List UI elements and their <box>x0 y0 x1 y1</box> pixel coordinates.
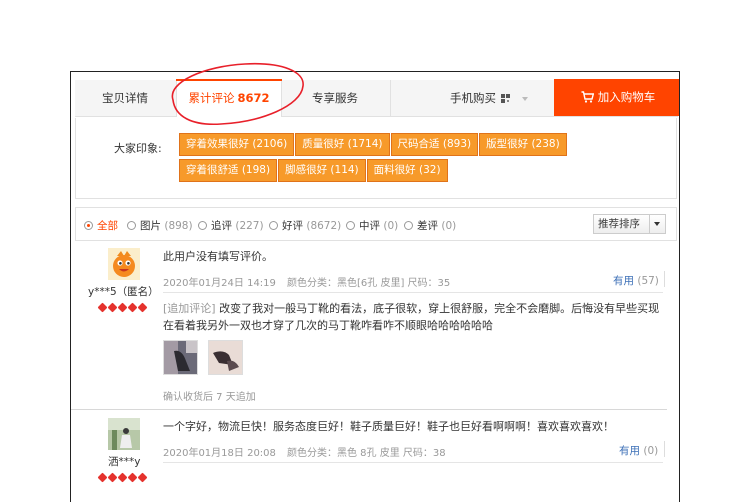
impression-tag[interactable]: 穿着很舒适 (198) <box>179 159 278 182</box>
divider <box>664 271 665 287</box>
divider <box>664 441 665 457</box>
add-to-cart-label: 加入购物车 <box>597 90 656 104</box>
radio-icon <box>269 221 278 230</box>
review-spec: 颜色分类：黑色 8孔 皮里 尺码：38 <box>287 448 446 459</box>
tab-reviews-label: 累计评论 <box>188 91 235 105</box>
mobile-buy-label: 手机购买 <box>450 91 496 105</box>
filter-all-radio[interactable]: 全部 <box>84 218 118 233</box>
review-divider <box>71 409 667 410</box>
impressions-panel: 大家印象: 穿着效果很好 (2106) 质量很好 (1714) 尺码合适 (893)… <box>75 118 677 199</box>
tab-item-details[interactable]: 宝贝详情 <box>75 80 175 116</box>
tab-service[interactable]: 专享服务 <box>280 80 391 116</box>
photo-thumbnail-icon <box>164 341 197 374</box>
tab-reviews-count: 8672 <box>237 91 270 105</box>
append-time: 确认收货后 7 天追加 <box>163 392 256 403</box>
buyer-rank-icon <box>97 301 149 313</box>
divider <box>163 462 663 463</box>
add-to-cart-button[interactable]: 加入购物车 <box>554 79 679 116</box>
sort-dropdown[interactable]: 推荐排序 <box>593 214 666 234</box>
filter-append-radio[interactable]: 追评 (227) <box>198 218 264 233</box>
radio-icon <box>198 221 207 230</box>
review-text: 此用户没有填写评价。 <box>163 250 273 263</box>
avatar <box>108 248 140 280</box>
impression-tag[interactable]: 脚感很好 (114) <box>278 159 366 182</box>
append-text: 改变了我对一般马丁靴的看法，底子很软，穿上很舒服，完全不会磨脚。后悔没有早些买现… <box>163 302 660 332</box>
radio-icon <box>84 221 93 230</box>
divider <box>649 215 650 233</box>
append-review: [追加评论] 改变了我对一般马丁靴的看法，底子很软，穿上很舒服，完全不会磨脚。后… <box>163 300 668 334</box>
review-filter-bar: 全部 图片 (898) 追评 (227) 好评 (8672) 中评 (0) 差评… <box>75 207 677 241</box>
filter-negative-radio[interactable]: 差评 (0) <box>404 218 456 233</box>
product-reviews-panel: 宝贝详情 累计评论 8672 专享服务 手机购买 加入购物车 大家印象: 穿着效果… <box>70 71 680 502</box>
impression-tags: 穿着效果很好 (2106) 质量很好 (1714) 尺码合适 (893) 版型很好 (… <box>179 133 599 185</box>
filter-positive-radio[interactable]: 好评 (8672) <box>269 218 341 233</box>
chevron-down-icon <box>522 96 528 101</box>
chevron-down-icon <box>654 222 660 226</box>
impression-tag[interactable]: 尺码合适 (893) <box>390 133 479 156</box>
mobile-buy-dropdown[interactable]: 手机购买 <box>450 80 528 116</box>
avatar <box>108 418 140 450</box>
review-username: y***5（匿名） <box>88 286 159 298</box>
divider <box>163 292 663 293</box>
review-username: 洒***y <box>108 456 141 468</box>
review-date: 2020年01月18日 20:08 <box>163 448 276 459</box>
useful-button[interactable]: 有用 (57) <box>613 273 659 288</box>
review-date: 2020年01月24日 14:19 <box>163 278 276 289</box>
shopping-cart-icon <box>581 91 594 103</box>
tab-reviews[interactable]: 累计评论 8672 <box>176 79 282 117</box>
impression-tag[interactable]: 面料很好 (32) <box>366 159 448 182</box>
filter-neutral-radio[interactable]: 中评 (0) <box>346 218 398 233</box>
useful-button[interactable]: 有用 (0) <box>619 443 658 458</box>
append-label: [追加评论] <box>163 302 216 315</box>
review-spec: 颜色分类：黑色[6孔 皮里] 尺码：35 <box>287 278 451 289</box>
photo-thumbnail-icon <box>209 341 242 374</box>
filter-images-radio[interactable]: 图片 (898) <box>127 218 193 233</box>
impression-tag[interactable]: 穿着效果很好 (2106) <box>179 133 295 156</box>
impressions-label: 大家印象: <box>114 142 162 155</box>
review-text: 一个字好，物流巨快！服务态度巨好！鞋子质量巨好！鞋子也巨好看啊啊啊！喜欢喜欢喜欢… <box>163 420 614 433</box>
radio-icon <box>404 221 413 230</box>
impression-tag[interactable]: 质量很好 (1714) <box>295 133 390 156</box>
radio-icon <box>346 221 355 230</box>
review-photo[interactable] <box>208 340 243 375</box>
sort-label: 推荐排序 <box>598 218 640 230</box>
impression-tag[interactable]: 版型很好 (238) <box>479 133 567 156</box>
review-photo[interactable] <box>163 340 198 375</box>
tab-bar: 宝贝详情 累计评论 8672 专享服务 手机购买 加入购物车 <box>75 79 679 117</box>
qr-code-icon <box>501 94 510 103</box>
radio-icon <box>127 221 136 230</box>
buyer-rank-icon <box>97 471 149 483</box>
